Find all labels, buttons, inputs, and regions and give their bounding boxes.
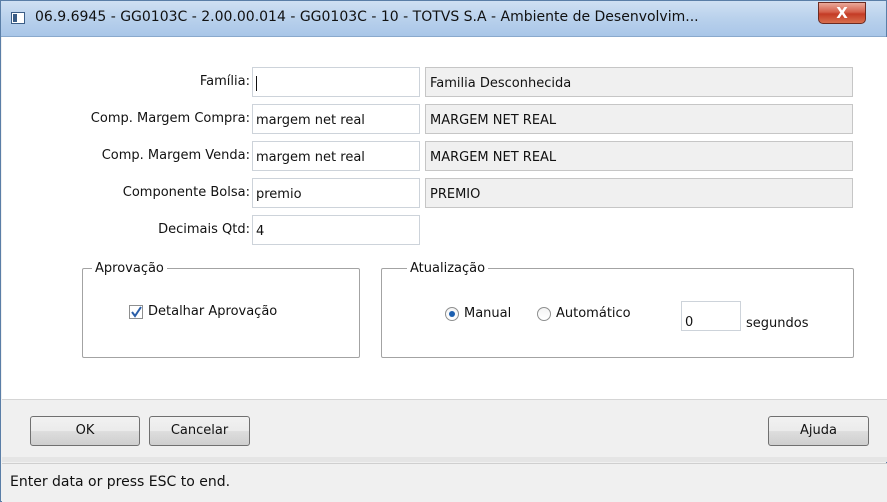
radio-manual-label[interactable]: Manual [464,306,511,321]
margem-compra-label: Comp. Margem Compra: [90,111,250,126]
decimais-label: Decimais Qtd: [158,222,250,237]
familia-description: Familia Desconhecida [425,67,853,97]
radio-automatico-label[interactable]: Automático [556,306,631,321]
app-window-icon [11,12,25,24]
window-title: 06.9.6945 - GG0103C - 2.00.00.014 - GG01… [35,9,699,25]
margem-venda-description: MARGEM NET REAL [425,141,853,171]
detalhar-aprovacao-checkbox[interactable] [129,305,143,319]
close-button[interactable]: X [818,2,866,24]
text-caret [256,76,257,91]
margem-venda-label: Comp. Margem Venda: [101,148,250,163]
bolsa-label: Componente Bolsa: [122,185,250,200]
form-area: Família: Familia Desconhecida Comp. Marg… [2,37,887,399]
title-bar[interactable]: 06.9.6945 - GG0103C - 2.00.00.014 - GG01… [1,1,886,37]
margem-venda-input[interactable]: margem net real [252,141,420,171]
divider [2,457,887,462]
seconds-unit-label: segundos [746,316,809,331]
aprovacao-legend: Aprovação [92,261,167,276]
cancel-button[interactable]: Cancelar [149,416,250,446]
help-button[interactable]: Ajuda [768,416,869,446]
dialog-window: 06.9.6945 - GG0103C - 2.00.00.014 - GG01… [0,0,887,502]
status-bar: Enter data or press ESC to end. [2,463,887,502]
decimais-input[interactable]: 4 [252,215,420,245]
ok-button[interactable]: OK [30,416,140,446]
margem-compra-input[interactable]: margem net real [252,104,420,134]
margem-compra-description: MARGEM NET REAL [425,104,853,134]
checkmark-icon [131,306,142,318]
status-text: Enter data or press ESC to end. [10,474,231,490]
atualizacao-legend: Atualização [407,261,489,276]
detalhar-aprovacao-label[interactable]: Detalhar Aprovação [148,304,277,319]
familia-input[interactable] [252,67,420,97]
radio-automatico[interactable] [537,307,551,321]
seconds-input[interactable]: 0 [681,301,741,331]
bolsa-description: PREMIO [425,178,853,208]
button-bar: OK Cancelar Ajuda [2,399,887,457]
familia-label: Família: [199,74,250,89]
bolsa-input[interactable]: premio [252,178,420,208]
radio-manual[interactable] [445,307,459,321]
